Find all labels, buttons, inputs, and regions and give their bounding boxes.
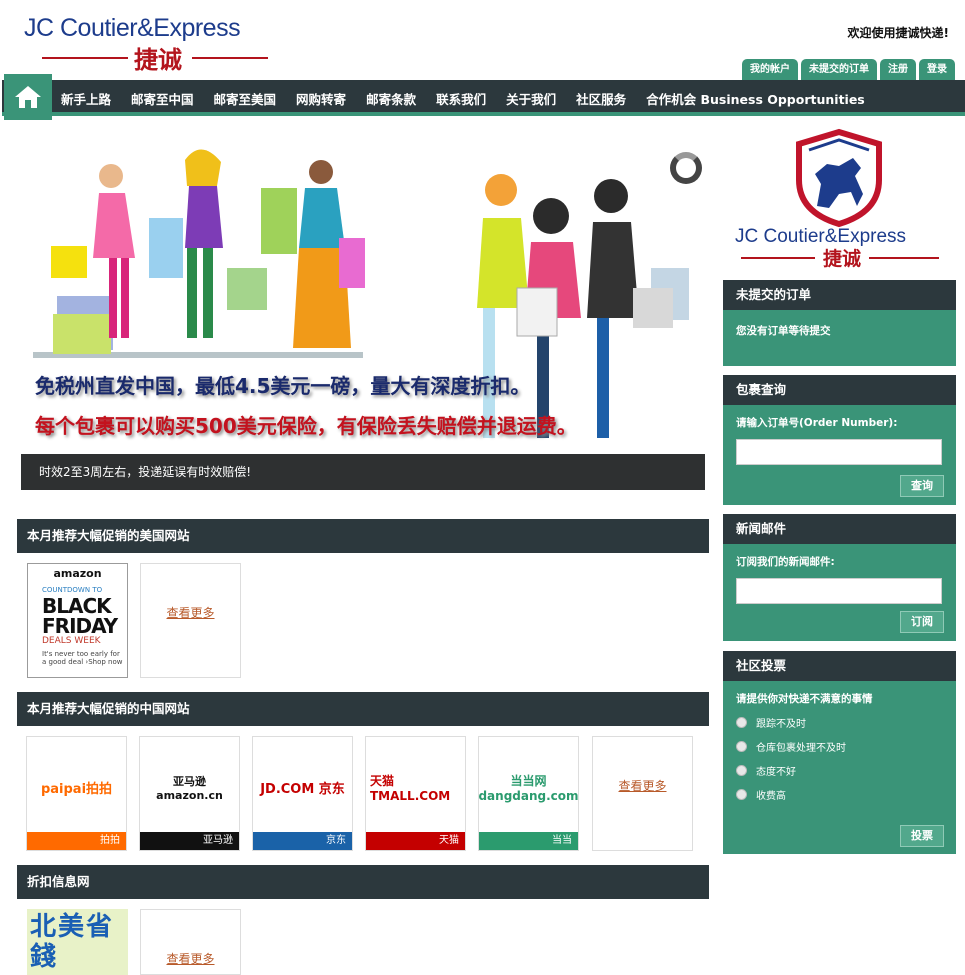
home-button[interactable]: [4, 74, 52, 120]
poll-option-price[interactable]: 收费高: [736, 787, 943, 802]
home-icon: [15, 86, 41, 108]
tab-register[interactable]: 注册: [880, 59, 916, 81]
amazon-ad-deals: DEALS WEEK: [42, 636, 101, 646]
welcome-message: 欢迎使用捷诚快递!: [847, 26, 949, 40]
amazon-black-friday-tile[interactable]: amazon COUNTDOWN TO BLACK FRIDAY DEALS W…: [27, 563, 128, 678]
sidebar-logo-cn: 捷诚: [823, 248, 862, 270]
poll-title: 社区投票: [723, 651, 956, 681]
amazon-ad-brand: amazon: [53, 567, 102, 580]
tmall-tile[interactable]: 天猫 TMALL.COM 天猫: [365, 736, 466, 851]
cn-sites-more-tile[interactable]: 查看更多: [592, 736, 693, 851]
dangdang-logo: 当当网 dangdang.com: [478, 773, 579, 803]
nav-item-getting-started[interactable]: 新手上路: [59, 89, 120, 108]
poll-option-tracking[interactable]: 跟踪不及时: [736, 715, 943, 730]
logo-subtitle: 捷诚: [42, 44, 268, 74]
tmall-logo: 天猫 TMALL.COM: [370, 773, 451, 803]
loading-icon: [670, 152, 702, 184]
horse-shield-icon: [796, 128, 882, 228]
amazon-ad-countdown: COUNTDOWN TO: [42, 586, 103, 594]
track-button[interactable]: 查询: [900, 475, 944, 497]
radio-icon[interactable]: [736, 717, 747, 728]
poll-option-label: 态度不好: [756, 767, 796, 778]
paipai-label: 拍拍: [27, 832, 126, 850]
amazon-ad-tagline1: It's never too early for: [42, 650, 120, 658]
nav-item-about[interactable]: 关于我们: [504, 89, 565, 108]
paipai-tile[interactable]: paipai拍拍 拍拍: [26, 736, 127, 851]
amazon-cn-tile[interactable]: 亚马逊 amazon.cn 亚马逊: [139, 736, 240, 851]
sidebar-logo[interactable]: JC Coutier&Express 捷诚: [729, 128, 953, 270]
account-tabs: 我的帐户 未提交的订单 注册 登录: [742, 59, 955, 81]
pending-orders-title: 未提交的订单: [723, 280, 956, 310]
site-logo[interactable]: JC Coutier&Express 捷诚: [24, 14, 284, 74]
main-navbar: 新手上路 邮寄至中国 邮寄至美国 网购转寄 邮寄条款 联系我们 关于我们 社区服…: [2, 74, 965, 120]
poll-option-label: 收费高: [756, 791, 786, 802]
section-title-cn-sites: 本月推荐大幅促销的中国网站: [17, 692, 709, 726]
nav-item-community[interactable]: 社区服务: [574, 89, 635, 108]
newsletter-email-input[interactable]: [736, 578, 942, 604]
radio-icon[interactable]: [736, 765, 747, 776]
nav-item-business[interactable]: 合作机会 Business Opportunities: [644, 89, 874, 108]
logo-cn: 捷诚: [134, 46, 182, 74]
amazon-cn-logo: 亚马逊 amazon.cn: [156, 774, 223, 802]
poll-panel: 社区投票 请提供你对快递不满意的事情 跟踪不及时 仓库包裹处理不及时 态度不好 …: [723, 651, 956, 854]
section-title-us-sites: 本月推荐大幅促销的美国网站: [17, 519, 709, 553]
dangdang-label: 当当: [479, 832, 578, 850]
discount-tile-text: 北美省錢: [30, 912, 115, 972]
poll-question: 请提供你对快递不满意的事情: [736, 693, 873, 705]
section-title-discount: 折扣信息网: [17, 865, 709, 899]
jd-label: 京东: [253, 832, 352, 850]
amazon-cn-label: 亚马逊: [140, 832, 239, 850]
poll-option-attitude[interactable]: 态度不好: [736, 763, 943, 778]
order-number-input[interactable]: [736, 439, 942, 465]
vote-button[interactable]: 投票: [900, 825, 944, 847]
slide-text-line2: 每个包裹可以购买500美元保险，有保险丢失赔偿并退运费。: [35, 414, 577, 438]
tracking-panel: 包裹查询 请输入订单号(Order Number): 查询: [723, 375, 956, 505]
amazon-ad-tagline2: a good deal ›Shop now: [42, 658, 123, 666]
pending-orders-panel: 未提交的订单 您没有订单等待提交: [723, 280, 956, 366]
slide-text-line1: 免税州直发中国，最低4.5美元一磅，量大有深度折扣。: [35, 374, 531, 398]
us-sites-more-link[interactable]: 查看更多: [141, 604, 240, 621]
cn-sites-more-link[interactable]: 查看更多: [593, 777, 692, 794]
discount-site-tile[interactable]: 北美省錢: [27, 909, 128, 975]
poll-option-warehouse[interactable]: 仓库包裹处理不及时: [736, 739, 943, 754]
newsletter-label: 订阅我们的新闻邮件:: [736, 556, 835, 568]
sidebar-logo-text: JC Coutier&Express: [735, 226, 907, 247]
nav-item-forwarding[interactable]: 网购转寄: [294, 89, 355, 108]
subscribe-button[interactable]: 订阅: [900, 611, 944, 633]
newsletter-panel: 新闻邮件 订阅我们的新闻邮件: 订阅: [723, 514, 956, 641]
tmall-label: 天猫: [366, 832, 465, 850]
tab-my-account[interactable]: 我的帐户: [742, 59, 798, 81]
nav-item-mail-to-china[interactable]: 邮寄至中国: [129, 89, 203, 108]
discount-more-link[interactable]: 查看更多: [141, 950, 240, 967]
radio-icon[interactable]: [736, 741, 747, 752]
us-sites-more-tile[interactable]: 查看更多: [140, 563, 241, 678]
jd-logo: JD.COM 京东: [260, 781, 345, 797]
newsletter-title: 新闻邮件: [723, 514, 956, 544]
tracking-label: 请输入订单号(Order Number):: [736, 417, 898, 429]
tracking-title: 包裹查询: [723, 375, 956, 405]
nav-item-terms[interactable]: 邮寄条款: [364, 89, 425, 108]
logo-text: JC Coutier&Express: [24, 14, 241, 42]
pending-orders-text: 您没有订单等待提交: [736, 325, 831, 337]
paipai-logo: paipai拍拍: [40, 781, 113, 797]
tab-pending-orders[interactable]: 未提交的订单: [801, 59, 877, 81]
dangdang-tile[interactable]: 当当网 dangdang.com 当当: [478, 736, 579, 851]
jd-tile[interactable]: JD.COM 京东 京东: [252, 736, 353, 851]
nav-item-mail-to-us[interactable]: 邮寄至美国: [212, 89, 286, 108]
poll-option-label: 仓库包裹处理不及时: [756, 743, 846, 754]
amazon-ad-friday: FRIDAY: [42, 614, 118, 638]
radio-icon[interactable]: [736, 789, 747, 800]
slider-caption: 时效2至3周左右，投递延误有时效赔偿!: [21, 454, 705, 490]
nav-menu: 新手上路 邮寄至中国 邮寄至美国 网购转寄 邮寄条款 联系我们 关于我们 社区服…: [59, 80, 883, 116]
tab-login[interactable]: 登录: [919, 59, 955, 81]
poll-option-label: 跟踪不及时: [756, 719, 806, 730]
promo-slider[interactable]: 免税州直发中国，最低4.5美元一磅，量大有深度折扣。 每个包裹可以购买500美元…: [21, 138, 705, 490]
nav-item-contact[interactable]: 联系我们: [434, 89, 495, 108]
discount-more-tile[interactable]: 查看更多: [140, 909, 241, 975]
